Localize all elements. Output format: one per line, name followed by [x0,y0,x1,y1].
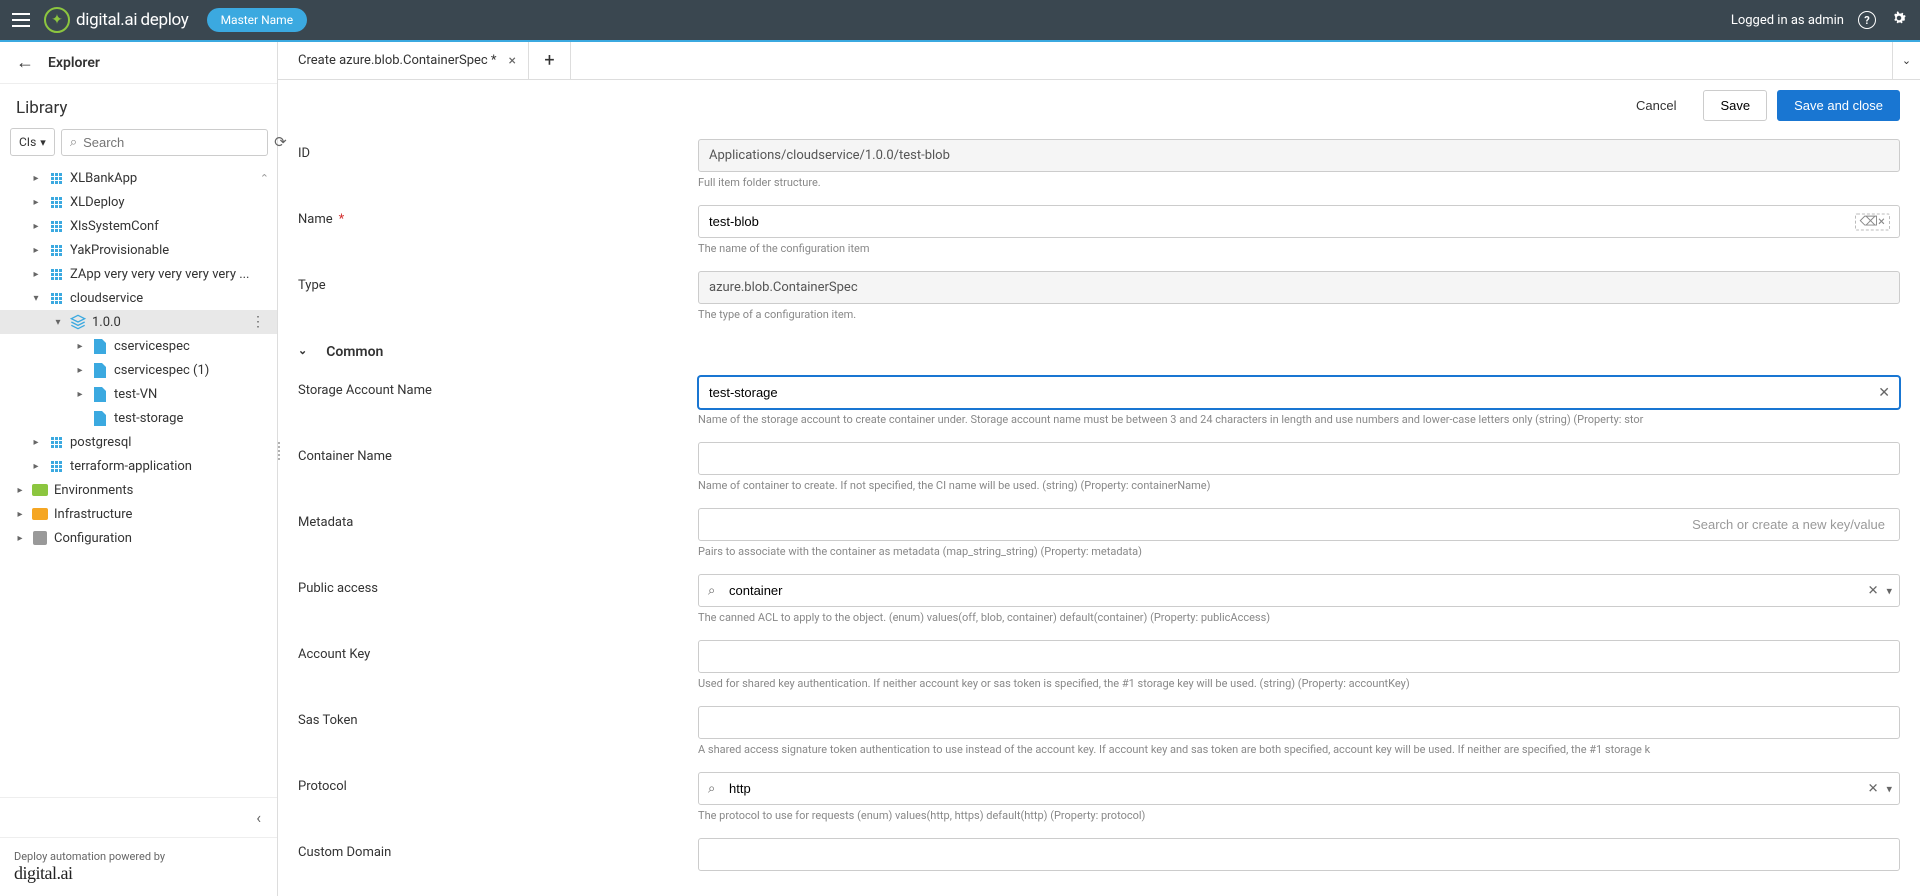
id-label: ID [298,139,698,189]
master-name-badge[interactable]: Master Name [207,8,308,32]
tree-item-terraform[interactable]: ▸terraform-application [0,454,277,478]
name-label: Name* [298,205,698,255]
brand-text: digital.ai [76,10,137,30]
kebab-icon[interactable]: ⋮ [247,314,269,330]
search-input[interactable] [83,135,259,150]
topbar: ✦ digital.ai deploy Master Name Logged i… [0,0,1920,40]
section-common[interactable]: ⌄ Common [298,337,698,360]
public-access-label: Public access [298,574,698,624]
tree-item-cloudservice[interactable]: ▾cloudservice [0,286,277,310]
metadata-input[interactable] [698,508,1900,541]
ci-type-filter[interactable]: CIs ▾ [10,128,55,156]
protocol-hint: The protocol to use for requests (enum) … [698,809,1900,822]
container-name-hint: Name of container to create. If not spec… [698,479,1900,492]
sas-token-label: Sas Token [298,706,698,756]
logo-icon: ✦ [44,7,70,33]
storage-account-input[interactable] [698,376,1900,409]
name-hint: The name of the configuration item [698,242,1900,255]
tab-create-containerspec[interactable]: Create azure.blob.ContainerSpec * × [278,42,529,79]
container-name-label: Container Name [298,442,698,492]
tab-overflow-icon[interactable]: ⌄ [1892,42,1920,79]
clear-icon[interactable]: ✕ [1868,781,1879,796]
search-icon: ⌕ [70,135,77,150]
menu-icon[interactable] [12,13,30,27]
tree-item-version[interactable]: ▾1.0.0⋮ [0,310,277,334]
clear-icon[interactable]: ✕ [1878,385,1890,401]
search-input-wrap: ⌕ [61,129,268,156]
custom-domain-input[interactable] [698,838,1900,871]
close-icon[interactable]: × [509,53,516,69]
tree-item-xldeploy[interactable]: ▸XLDeploy [0,190,277,214]
account-key-hint: Used for shared key authentication. If n… [698,677,1900,690]
protocol-select[interactable] [698,772,1900,805]
tree-item-testvn[interactable]: ▸test-VN [0,382,277,406]
form: ID Applications/cloudservice/1.0.0/test-… [278,131,1920,896]
tree-item-configuration[interactable]: ▸Configuration [0,526,277,550]
chevron-down-icon[interactable]: ▾ [1886,584,1892,597]
settings-icon[interactable] [1890,9,1908,31]
login-status: Logged in as admin [1731,13,1844,28]
id-hint: Full item folder structure. [698,176,1900,189]
action-bar: Cancel Save Save and close [278,80,1920,131]
metadata-label: Metadata [298,508,698,558]
tree-item-teststorage[interactable]: test-storage [0,406,277,430]
storage-account-label: Storage Account Name [298,376,698,426]
type-label: Type [298,271,698,321]
cancel-button[interactable]: Cancel [1619,90,1693,121]
custom-domain-label: Custom Domain [298,838,698,871]
sidebar-footer: Deploy automation powered by digital.ai [0,837,277,896]
tree-item-zapp[interactable]: ▸ZApp very very very very very ... [0,262,277,286]
brand-logo[interactable]: ✦ digital.ai deploy [44,7,189,33]
library-heading: Library [0,84,277,128]
public-access-hint: The canned ACL to apply to the object. (… [698,611,1900,624]
tab-label: Create azure.blob.ContainerSpec * [298,53,497,68]
help-icon[interactable]: ? [1858,11,1876,29]
container-name-input[interactable] [698,442,1900,475]
tree-item-cservicespec-1[interactable]: ▸cservicespec (1) [0,358,277,382]
refresh-icon[interactable]: ⟳ [274,133,287,151]
id-value: Applications/cloudservice/1.0.0/test-blo… [698,139,1900,172]
brand-sub: deploy [140,10,188,30]
tree-item-environments[interactable]: ▸Environments [0,478,277,502]
type-hint: The type of a configuration item. [698,308,1900,321]
clear-name-icon[interactable]: ⌫× [1855,213,1890,230]
save-button[interactable]: Save [1703,90,1767,121]
resize-handle[interactable] [275,426,283,476]
chevron-down-icon[interactable]: ▾ [1886,782,1892,795]
add-tab-button[interactable]: + [529,42,571,79]
account-key-input[interactable] [698,640,1900,673]
search-icon: ⌕ [708,781,715,796]
chevron-down-icon: ⌄ [298,344,307,357]
public-access-select[interactable] [698,574,1900,607]
save-close-button[interactable]: Save and close [1777,90,1900,121]
storage-account-hint: Name of the storage account to create co… [698,413,1900,426]
tree-item-infrastructure[interactable]: ▸Infrastructure [0,502,277,526]
tree-item-xlbankapp[interactable]: ▸XLBankApp⌃ [0,166,277,190]
protocol-label: Protocol [298,772,698,822]
search-icon: ⌕ [708,583,715,598]
back-icon[interactable]: ← [16,52,34,73]
sas-token-input[interactable] [698,706,1900,739]
tree: ▸XLBankApp⌃ ▸XLDeploy ▸XlsSystemConf ▸Ya… [0,166,277,797]
content-area: Create azure.blob.ContainerSpec * × + ⌄ … [278,42,1920,896]
clear-icon[interactable]: ✕ [1868,583,1879,598]
tree-item-cservicespec[interactable]: ▸cservicespec [0,334,277,358]
tab-bar: Create azure.blob.ContainerSpec * × + ⌄ [278,42,1920,80]
sas-token-hint: A shared access signature token authenti… [698,743,1900,756]
tree-item-xlssystemconf[interactable]: ▸XlsSystemConf [0,214,277,238]
sidebar: ← Explorer Library CIs ▾ ⌕ ⟳ ▸XLBankApp⌃… [0,42,278,896]
type-value: azure.blob.ContainerSpec [698,271,1900,304]
tree-item-yakprovisionable[interactable]: ▸YakProvisionable [0,238,277,262]
collapse-sidebar-icon[interactable]: ‹ [256,808,261,827]
metadata-hint: Pairs to associate with the container as… [698,545,1900,558]
account-key-label: Account Key [298,640,698,690]
name-input[interactable] [698,205,1900,238]
chevron-down-icon: ▾ [40,136,46,149]
tree-item-postgresql[interactable]: ▸postgresql [0,430,277,454]
sidebar-title: Explorer [48,55,100,71]
